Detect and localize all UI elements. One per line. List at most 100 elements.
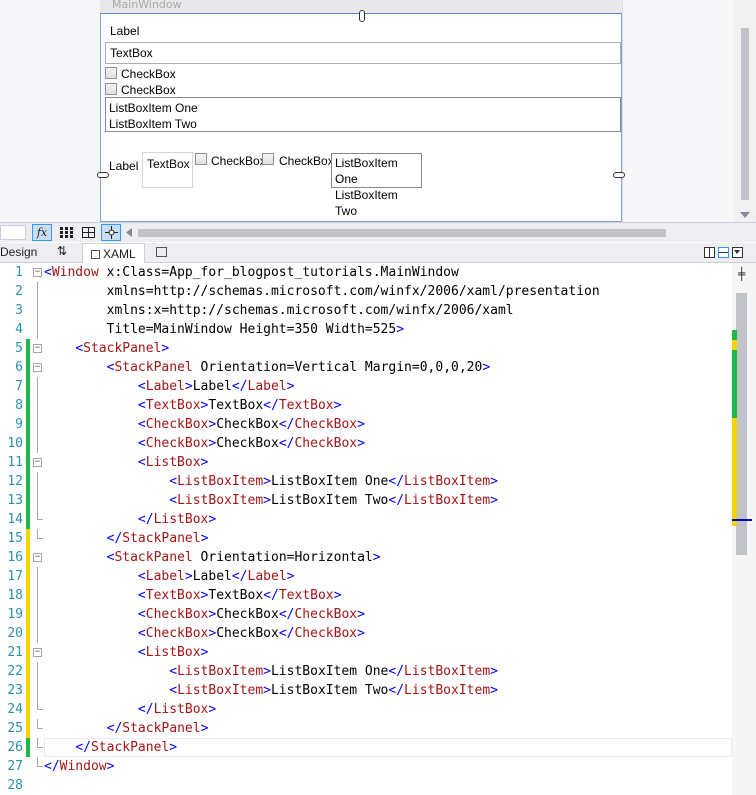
- tab-design[interactable]: Design: [0, 245, 37, 259]
- code-line[interactable]: 16 − <StackPanel Orientation=Horizontal>: [0, 548, 756, 567]
- collapse-icon[interactable]: −: [33, 268, 42, 277]
- code-text: <ListBoxItem>ListBoxItem One</ListBoxIte…: [169, 664, 498, 679]
- horizontal-label[interactable]: Label: [109, 159, 138, 173]
- snap-grid-icon[interactable]: [78, 224, 98, 241]
- list-item[interactable]: ListBoxItem One: [335, 155, 418, 187]
- collapse-icon[interactable]: −: [33, 344, 42, 353]
- grid-icon[interactable]: [56, 224, 76, 241]
- effects-button[interactable]: fx: [32, 224, 52, 241]
- editor-scroll-thumb[interactable]: [736, 293, 747, 555]
- list-item[interactable]: ListBoxItem Two: [335, 187, 418, 219]
- vertical-checkbox1-box[interactable]: [105, 67, 117, 79]
- designer-guide-line: [622, 0, 623, 222]
- designer-horizontal-scroll-thumb[interactable]: [138, 229, 666, 237]
- code-line[interactable]: 20 <CheckBox>CheckBox</CheckBox>: [0, 624, 756, 643]
- resize-handle-left[interactable]: [97, 172, 109, 178]
- design-window[interactable]: Label TextBox CheckBox CheckBox ListBoxI…: [97, 10, 625, 222]
- code-line[interactable]: 9 <CheckBox>CheckBox</CheckBox>: [0, 415, 756, 434]
- code-line[interactable]: 1 − <Window x:Class=App_for_blogpost_tutor…: [0, 263, 756, 282]
- code-line[interactable]: 15 </StackPanel>: [0, 529, 756, 548]
- editor-vertical-scrollbar[interactable]: ╪: [732, 263, 756, 795]
- document-outline-icon[interactable]: [156, 247, 167, 257]
- collapse-icon[interactable]: −: [33, 458, 42, 467]
- code-text: xmlns=http://schemas.microsoft.com/winfx…: [44, 284, 600, 299]
- code-line[interactable]: 13 <ListBoxItem>ListBoxItem Two</ListBox…: [0, 491, 756, 510]
- change-marker: [26, 491, 30, 510]
- swap-panes-icon[interactable]: ⇅: [57, 244, 67, 258]
- vertical-checkbox1-label[interactable]: CheckBox: [121, 67, 176, 81]
- zoom-dropdown[interactable]: [0, 225, 26, 240]
- code-line[interactable]: 24 </ListBox>: [0, 700, 756, 719]
- resize-handle-right[interactable]: [613, 172, 625, 178]
- horizontal-checkbox2-label[interactable]: CheckBox: [279, 154, 334, 168]
- vertical-split-icon[interactable]: [704, 247, 715, 258]
- designer-vertical-scrollbar[interactable]: [734, 0, 756, 222]
- tab-xaml[interactable]: XAML: [82, 243, 145, 263]
- line-number: 19: [7, 607, 23, 622]
- code-line[interactable]: 26 </StackPanel>: [0, 738, 756, 757]
- code-line[interactable]: 22 <ListBoxItem>ListBoxItem One</ListBox…: [0, 662, 756, 681]
- scroll-down-icon[interactable]: [740, 212, 750, 218]
- vertical-checkbox2-label[interactable]: CheckBox: [121, 83, 176, 97]
- line-number: 22: [7, 664, 23, 679]
- code-line[interactable]: 4 Title=MainWindow Height=350 Width=525>: [0, 320, 756, 339]
- snap-lines-icon[interactable]: [101, 224, 121, 241]
- code-text: </Window>: [44, 759, 115, 774]
- change-marker: [26, 453, 30, 472]
- change-marker: [26, 377, 30, 396]
- collapse-icon[interactable]: −: [33, 553, 42, 562]
- code-text: </StackPanel>: [106, 531, 209, 546]
- code-line[interactable]: 18 <TextBox>TextBox</TextBox>: [0, 586, 756, 605]
- code-line[interactable]: 14 </ListBox>: [0, 510, 756, 529]
- list-item[interactable]: ListBoxItem Two: [109, 116, 617, 132]
- horizontal-textbox[interactable]: TextBox: [142, 152, 193, 188]
- line-number: 4: [15, 322, 23, 337]
- collapse-icon[interactable]: −: [33, 648, 42, 657]
- vertical-textbox[interactable]: TextBox: [105, 42, 621, 64]
- code-line[interactable]: 5 − <StackPanel>: [0, 339, 756, 358]
- line-number: 3: [15, 303, 23, 318]
- code-text: <Label>Label</Label>: [137, 379, 295, 394]
- scroll-change-marker: [732, 340, 737, 350]
- code-line[interactable]: 7 <Label>Label</Label>: [0, 377, 756, 396]
- collapse-icon[interactable]: −: [33, 363, 42, 372]
- horizontal-listbox[interactable]: ListBoxItem One ListBoxItem Two: [331, 153, 422, 218]
- fold-guide: [37, 377, 38, 396]
- vertical-listbox[interactable]: ListBoxItem One ListBoxItem Two: [105, 97, 621, 132]
- change-marker: [26, 624, 30, 643]
- code-line[interactable]: 3 xmlns:x=http://schemas.microsoft.com/w…: [0, 301, 756, 320]
- horizontal-split-icon[interactable]: [718, 247, 729, 258]
- code-line[interactable]: 25 </StackPanel>: [0, 719, 756, 738]
- code-line[interactable]: 8 <TextBox>TextBox</TextBox>: [0, 396, 756, 415]
- code-text: xmlns:x=http://schemas.microsoft.com/win…: [44, 303, 514, 318]
- change-marker: [26, 586, 30, 605]
- list-item[interactable]: ListBoxItem One: [109, 100, 617, 116]
- code-line[interactable]: 10 <CheckBox>CheckBox</CheckBox>: [0, 434, 756, 453]
- horizontal-checkbox2-box[interactable]: [262, 153, 274, 165]
- xaml-code-editor[interactable]: 1− <Window x:Class=App_for_blogpost_tutor…: [0, 263, 756, 795]
- code-line[interactable]: 21 − <ListBox>: [0, 643, 756, 662]
- designer-surface[interactable]: MainWindow Label TextBox CheckBox CheckB…: [0, 0, 756, 222]
- line-number: 15: [7, 531, 23, 546]
- designer-scroll-thumb[interactable]: [741, 28, 749, 200]
- code-line[interactable]: 12 <ListBoxItem>ListBoxItem One</ListBox…: [0, 472, 756, 491]
- horizontal-checkbox1-label[interactable]: CheckBox: [211, 154, 266, 168]
- split-editor-icon[interactable]: ╪: [738, 267, 745, 281]
- change-marker: [26, 510, 30, 529]
- scroll-left-icon[interactable]: [122, 224, 136, 241]
- horizontal-checkbox1-box[interactable]: [195, 153, 207, 165]
- code-line[interactable]: 6 − <StackPanel Orientation=Vertical Marg…: [0, 358, 756, 377]
- code-line[interactable]: 28: [0, 776, 756, 795]
- code-line[interactable]: 23 <ListBoxItem>ListBoxItem Two</ListBox…: [0, 681, 756, 700]
- code-line[interactable]: 19 <CheckBox>CheckBox</CheckBox>: [0, 605, 756, 624]
- vertical-checkbox2-box[interactable]: [105, 83, 117, 95]
- code-line[interactable]: 27 </Window>: [0, 757, 756, 776]
- code-line[interactable]: 17 <Label>Label</Label>: [0, 567, 756, 586]
- code-line[interactable]: 2 xmlns=http://schemas.microsoft.com/win…: [0, 282, 756, 301]
- change-marker: [26, 415, 30, 434]
- collapse-pane-icon[interactable]: [732, 247, 743, 258]
- vertical-label[interactable]: Label: [110, 24, 139, 38]
- resize-handle-top[interactable]: [359, 10, 365, 22]
- code-text: <CheckBox>CheckBox</CheckBox>: [137, 626, 365, 641]
- code-line[interactable]: 11 − <ListBox>: [0, 453, 756, 472]
